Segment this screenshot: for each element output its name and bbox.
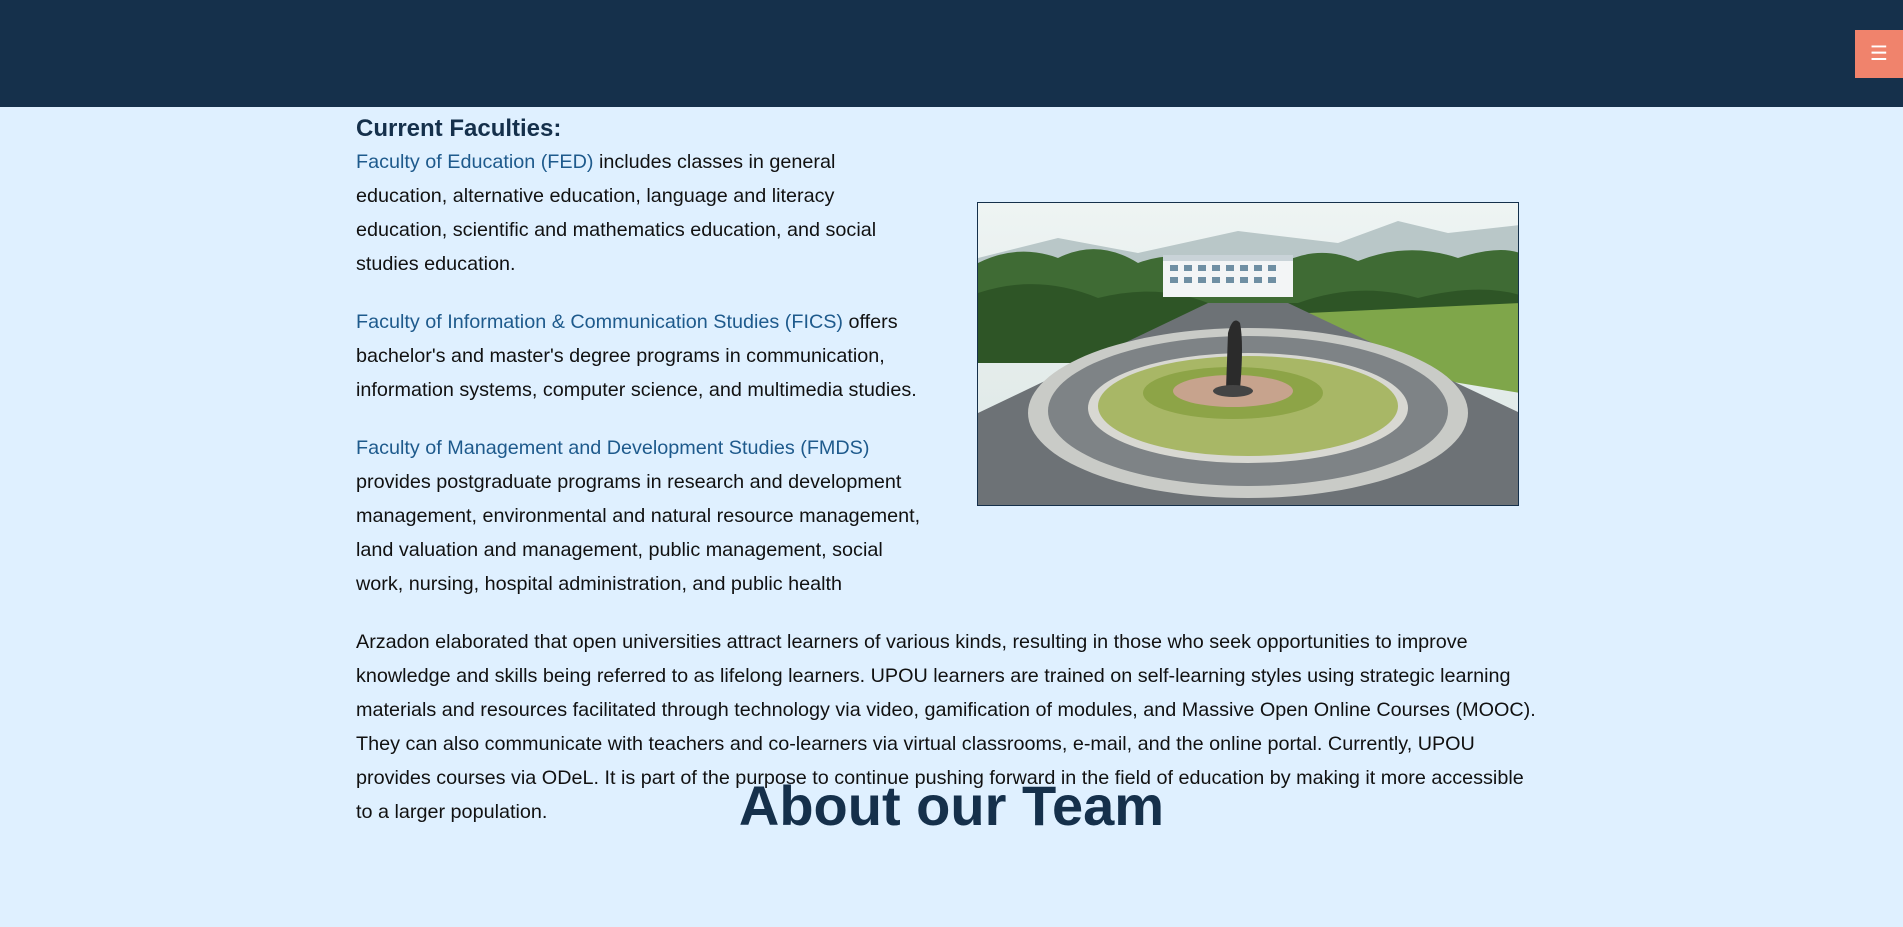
campus-roundabout-image	[978, 203, 1518, 505]
about-team-heading: About our Team	[738, 774, 1165, 837]
faculty-item: Faculty of Information & Communication S…	[356, 305, 931, 407]
faculties-list: Faculty of Education (FED) includes clas…	[356, 145, 931, 601]
faculty-item: Faculty of Management and Development St…	[356, 431, 931, 601]
faculty-link-fed[interactable]: Faculty of Education (FED)	[356, 151, 593, 173]
top-navbar: ☰	[0, 0, 1903, 107]
faculties-heading: Current Faculties:	[356, 115, 562, 142]
faculty-link-fmds[interactable]: Faculty of Management and Development St…	[356, 437, 869, 459]
main-content: Current Faculties: Faculty of Education …	[356, 108, 1536, 829]
hamburger-menu-icon[interactable]: ☰	[1855, 30, 1903, 78]
faculty-item: Faculty of Education (FED) includes clas…	[356, 145, 931, 281]
faculties-section: Faculty of Education (FED) includes clas…	[356, 145, 1536, 601]
faculty-link-fics[interactable]: Faculty of Information & Communication S…	[356, 311, 843, 333]
faculty-description: provides postgraduate programs in resear…	[356, 471, 921, 595]
campus-photo	[977, 202, 1519, 506]
